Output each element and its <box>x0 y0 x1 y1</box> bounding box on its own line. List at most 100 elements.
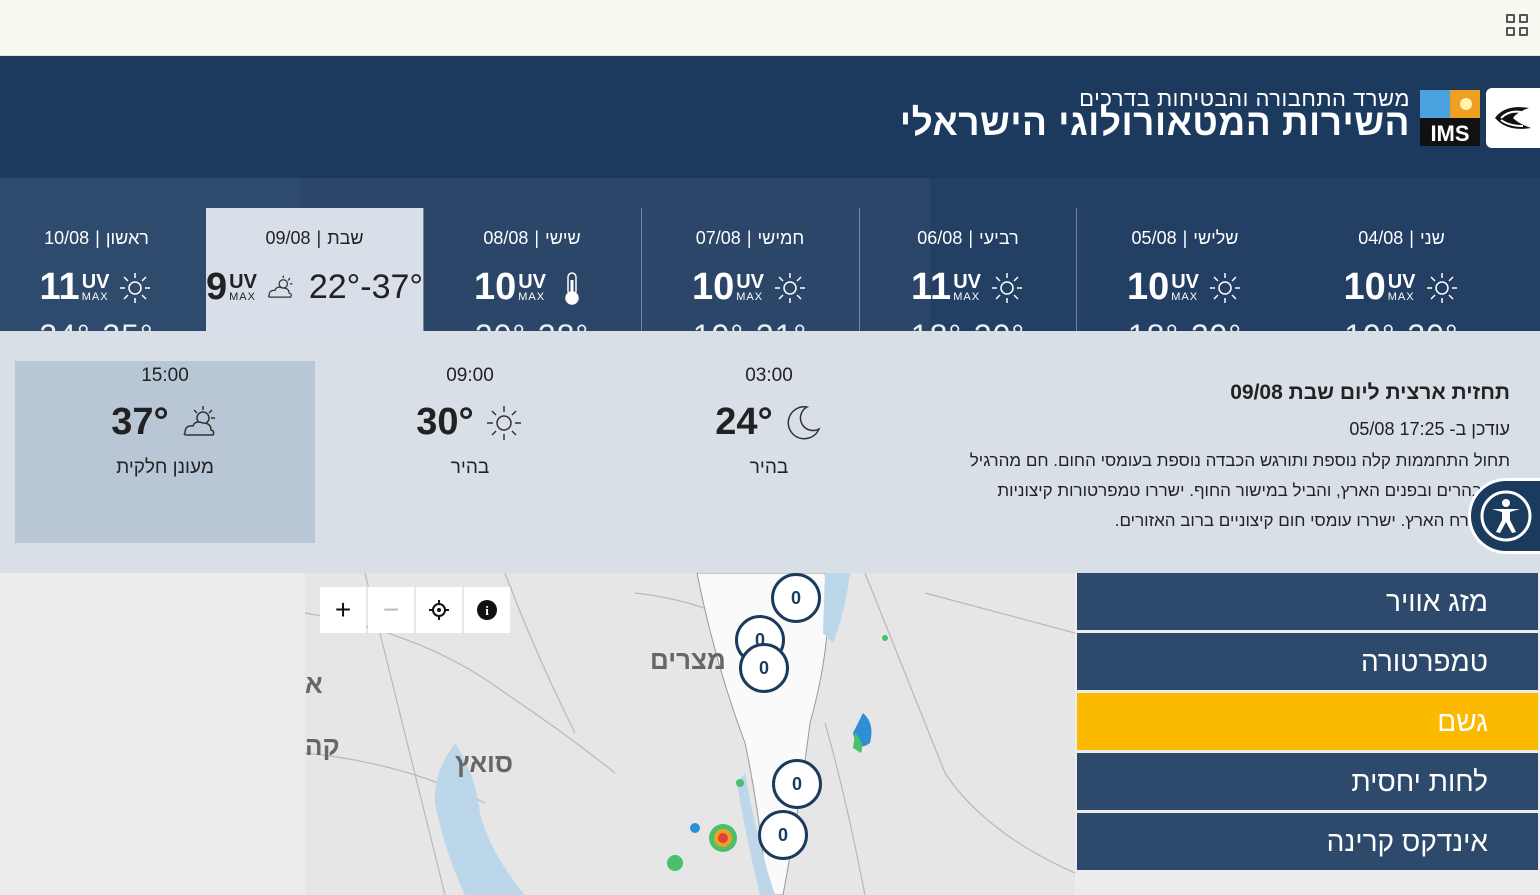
forecast-line: ר במזרח הארץ. ישררו עומסי חום קיצוניים ב… <box>1114 511 1510 530</box>
ims-logo-icon[interactable]: IMS <box>1420 90 1480 146</box>
sun-icon <box>120 272 151 303</box>
day-date: 07/08 <box>695 228 741 248</box>
sun-icon <box>991 272 1022 303</box>
day-date: 08/08 <box>483 228 529 248</box>
day-separator: | <box>968 228 974 248</box>
uv-block: 10 UV MAX <box>642 266 858 309</box>
zoom-in-button[interactable]: + <box>320 587 366 633</box>
uv-value: 11 <box>911 266 952 308</box>
site-header: משרד התחבורה והבטיחות בדרכים השירות המטא… <box>0 56 1540 178</box>
hour-item[interactable]: 15:00 37° מעונן חלקית <box>15 361 315 543</box>
menu-item-uv-index[interactable]: אינדקס קרינה <box>1077 813 1538 870</box>
hour-time: 03:00 <box>745 365 793 386</box>
layer-menu: מזג אוויר טמפרטורה גשם לחות יחסית אינדקס… <box>1077 573 1538 873</box>
svg-text:IMS: IMS <box>1430 121 1469 146</box>
hour-item[interactable]: 03:00 24° בהיר <box>619 361 919 543</box>
forecast-line: רבי בהרים ובפנים הארץ, והביל במישור החוף… <box>997 481 1510 500</box>
forecast-updated: עודכן ב- 17:25 05/08 <box>1349 419 1510 439</box>
day-name: שני <box>1419 228 1445 248</box>
hour-desc: מעונן חלקית <box>116 457 214 478</box>
top-bar <box>0 0 1540 56</box>
zoom-out-button[interactable]: − <box>368 587 414 633</box>
uv-value: 10 <box>691 266 735 308</box>
text-forecast: תחזית ארצית ליום שבת 09/08 עודכן ב- 17:2… <box>890 381 1510 536</box>
locate-icon[interactable] <box>416 587 462 633</box>
day-detail-panel: 15:00 37° מעונן חלקית 09:00 30° בהיר 03:… <box>0 331 1540 573</box>
svg-text:i: i <box>485 603 489 618</box>
service-title[interactable]: השירות המטאורולוגי הישראלי <box>900 102 1410 144</box>
partly-cloudy-icon <box>267 275 293 298</box>
sun-icon <box>1210 272 1241 303</box>
uv-label: UV MAX <box>229 271 257 303</box>
hour-temp: 24° <box>715 401 773 443</box>
hour-item[interactable]: 09:00 30° בהיר <box>320 361 620 543</box>
map-cluster[interactable]: 0 <box>771 573 821 623</box>
map-cluster[interactable]: 0 <box>739 643 789 693</box>
uv-value: 10 <box>1343 266 1386 308</box>
day-separator: | <box>95 228 100 248</box>
accessibility-icon[interactable] <box>1468 478 1540 554</box>
uv-value: 9 <box>206 266 228 308</box>
uv-label: UV MAX <box>1171 271 1200 303</box>
day-separator: | <box>1182 228 1188 248</box>
partly-cloudy-icon <box>183 405 215 436</box>
day-range-selected: 22°-37° <box>308 268 423 306</box>
uv-block: 10 UV MAX <box>1077 266 1293 309</box>
menu-item-weather[interactable]: מזג אוויר <box>1077 573 1538 630</box>
info-icon[interactable]: i <box>464 587 510 633</box>
day-name: שלישי <box>1193 228 1239 248</box>
uv-block: 11 UV MAX <box>860 266 1076 309</box>
uv-block: 10 UV MAX <box>424 266 640 309</box>
gov-logo-icon[interactable] <box>1486 88 1540 148</box>
map-cluster[interactable]: 0 <box>772 759 822 809</box>
map-label-egypt: מצרים <box>650 645 726 675</box>
day-label: שבת|09/08 <box>206 228 423 249</box>
hour-time: 15:00 <box>141 365 189 386</box>
hour-desc: בהיר <box>450 457 490 478</box>
map-label-suez: סואץ <box>455 748 514 778</box>
uv-block: 11 UV MAX <box>0 266 205 309</box>
map-label-partial: א <box>305 669 323 699</box>
uv-label: UV MAX <box>953 271 981 303</box>
day-name: שישי <box>545 228 581 248</box>
uv-label: UV MAX <box>736 271 765 303</box>
day-separator: | <box>1409 228 1414 248</box>
uv-value: 10 <box>1126 266 1170 308</box>
uv-label: UV MAX <box>81 271 110 303</box>
uv-label: UV MAX <box>1387 271 1416 303</box>
hour-time: 09:00 <box>446 365 494 386</box>
day-name: שבת <box>327 228 364 248</box>
day-separator: | <box>746 228 752 248</box>
day-label: שלישי|05/08 <box>1077 228 1293 249</box>
day-separator: | <box>534 228 540 248</box>
menu-item-temperature[interactable]: טמפרטורה <box>1077 633 1538 690</box>
sun-icon <box>486 405 521 440</box>
sun-icon <box>1426 272 1457 303</box>
day-date: 05/08 <box>1131 228 1177 248</box>
day-label: חמישי|07/08 <box>642 228 858 249</box>
day-name: ראשון <box>105 228 149 248</box>
hour-temp: 37° <box>111 401 169 443</box>
day-date: 06/08 <box>917 228 963 248</box>
day-label: שני|04/08 <box>1293 228 1510 249</box>
uv-block: 10 UV MAX <box>1293 266 1510 309</box>
uv-value: 10 <box>473 266 517 308</box>
day-label: ראשון|10/08 <box>0 228 205 249</box>
hour-temp: 30° <box>416 401 474 443</box>
map-controls: + − i <box>320 587 510 633</box>
day-name: חמישי <box>757 228 805 248</box>
uv-label: UV MAX <box>518 271 547 303</box>
day-date: 04/08 <box>1358 228 1404 248</box>
day-name: רביעי <box>979 228 1019 248</box>
moon-icon <box>787 405 821 439</box>
forecast-title: תחזית ארצית ליום שבת 09/08 <box>1230 381 1510 404</box>
menu-item-humidity[interactable]: לחות יחסית <box>1077 753 1538 810</box>
uv-block: 9 UV MAX 22°-37° <box>206 266 423 309</box>
day-separator: | <box>316 228 322 248</box>
apps-grid-icon[interactable] <box>1506 14 1528 36</box>
day-forecast-09-08[interactable]: שבת|09/08 9 UV MAX 22°-37° <box>206 208 423 331</box>
map-cluster[interactable]: 0 <box>758 810 808 860</box>
map-label-cairo: קה <box>305 731 340 761</box>
day-label: שישי|08/08 <box>424 228 640 249</box>
menu-item-rain[interactable]: גשם <box>1077 693 1538 750</box>
